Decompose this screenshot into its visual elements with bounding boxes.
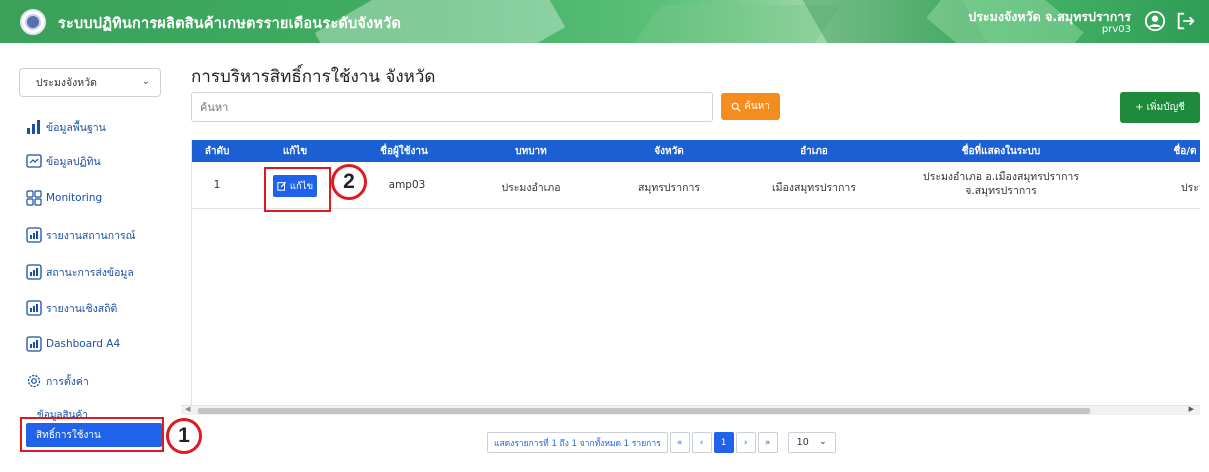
sidebar-item-label: การตั้งค่า (46, 375, 89, 388)
sidebar-item-settings[interactable]: การตั้งค่า (26, 370, 89, 392)
column-header-display-name[interactable]: ชื่อที่แสดงในระบบ (962, 144, 1040, 159)
sidebar-item-label: สถานะการส่งข้อมูล (46, 266, 134, 279)
sidebar-item-situation-report[interactable]: รายงานสถานการณ์ (26, 224, 135, 246)
prev-page-button[interactable]: ‹ (691, 432, 712, 453)
column-header-edit[interactable]: แก้ไข (283, 144, 307, 159)
logout-icon[interactable] (1175, 10, 1197, 32)
sidebar-item-label: รายงานเชิงสถิติ (46, 302, 118, 315)
next-page-button[interactable]: › (735, 432, 756, 453)
add-account-button[interactable]: + เพิ่มบัญชี (1120, 92, 1200, 123)
role-select[interactable]: ประมงจังหวัด ⌄ (19, 68, 161, 97)
cell-fullname: ประมง (1181, 182, 1200, 194)
scroll-right-icon[interactable]: ▶ (1189, 405, 1194, 413)
bar-chart-icon (27, 120, 40, 134)
ministry-logo[interactable] (20, 9, 46, 35)
horizontal-scrollbar[interactable]: ◀ ▶ (181, 405, 1200, 415)
column-header-role[interactable]: บทบาท (515, 144, 547, 159)
step-2-badge: 2 (331, 164, 367, 200)
sidebar-item-label: ข้อมูลพื้นฐาน (46, 121, 106, 134)
column-header-district[interactable]: อำเภอ (800, 144, 828, 159)
pagination-info: แสดงรายการที่ 1 ถึง 1 จากทั้งหมด 1 รายกา… (487, 432, 668, 453)
calendar-chart-icon (26, 154, 42, 168)
sidebar-item-calendar-data[interactable]: ข้อมูลปฏิทิน (26, 150, 101, 172)
search-button-label: ค้นหา (744, 101, 770, 112)
chevron-down-icon: ⌄ (141, 76, 150, 87)
gear-icon (27, 374, 41, 388)
column-header-fullname[interactable]: ชื่อ/ต (1174, 144, 1197, 159)
report-icon (26, 227, 42, 243)
cell-display-name: ประมงอำเภอ อ.เมืองสมุทรปราการ จ.สมุทรปรา… (923, 170, 1079, 198)
sidebar-item-basic-data[interactable]: ข้อมูลพื้นฐาน (26, 116, 106, 138)
page-title: การบริหารสิทธิ์การใช้งาน จังหวัด (191, 67, 436, 87)
display-name-line1: ประมงอำเภอ อ.เมืองสมุทรปราการ (923, 171, 1079, 183)
cell-role: ประมงอำเภอ (501, 182, 561, 194)
cell-province: สมุทรปราการ (638, 182, 700, 194)
page-size-select[interactable]: 10 ⌄ (787, 432, 836, 453)
scroll-left-icon[interactable]: ◀ (185, 405, 190, 413)
sidebar-item-submission-status[interactable]: สถานะการส่งข้อมูล (26, 261, 134, 283)
cell-district: เมืองสมุทรปราการ (772, 182, 856, 194)
user-profile-icon[interactable] (1144, 10, 1166, 32)
column-header-province[interactable]: จังหวัด (654, 144, 683, 159)
first-page-button[interactable]: « (669, 432, 690, 453)
scrollbar-thumb[interactable] (198, 408, 1090, 414)
logo-emblem (25, 14, 41, 30)
role-select-value: ประมงจังหวัด (36, 77, 97, 89)
table-header: ลำดับ แก้ไข ชื่อผู้ใช้งาน บทบาท จังหวัด … (192, 140, 1200, 162)
report-icon (26, 264, 42, 280)
page-button-current[interactable]: 1 (713, 432, 734, 453)
step-1-highlight (20, 417, 164, 452)
sidebar-item-statistical-report[interactable]: รายงานเชิงสถิติ (26, 297, 117, 319)
cell-username: amp03 (388, 179, 426, 191)
cell-index: 1 (213, 179, 221, 191)
sidebar: ประมงจังหวัด ⌄ ข้อมูลพื้นฐาน ข้อมูลปฏิทิ… (0, 43, 180, 472)
user-code: prv03 (1101, 24, 1131, 35)
display-name-line2: จ.สมุทรปราการ (965, 185, 1037, 197)
search-icon (731, 102, 741, 112)
app-header: ระบบปฏิทินการผลิตสินค้าเกษตรรายเดือนระดั… (0, 0, 1209, 43)
column-header-username[interactable]: ชื่อผู้ใช้งาน (380, 144, 428, 159)
search-input[interactable] (191, 92, 713, 122)
grid-icon (26, 190, 42, 206)
last-page-button[interactable]: » (757, 432, 778, 453)
app-title: ระบบปฏิทินการผลิตสินค้าเกษตรรายเดือนระดั… (58, 16, 402, 32)
header-decoration (618, 5, 842, 43)
sidebar-item-label: รายงานสถานการณ์ (46, 229, 136, 242)
pagination: แสดงรายการที่ 1 ถึง 1 จากทั้งหมด 1 รายกา… (487, 431, 836, 454)
search-button[interactable]: ค้นหา (721, 93, 780, 120)
report-icon (26, 300, 42, 316)
sidebar-item-monitoring[interactable]: Monitoring (26, 187, 102, 209)
step-1-badge: 1 (166, 418, 202, 454)
step-2-highlight (264, 167, 331, 212)
sidebar-item-label: Dashboard A4 (46, 338, 121, 350)
sidebar-item-label: ข้อมูลปฏิทิน (46, 155, 101, 168)
chevron-down-icon: ⌄ (819, 437, 827, 447)
report-icon (26, 336, 42, 352)
page-size-value: 10 (796, 437, 809, 448)
sidebar-item-label: Monitoring (46, 192, 103, 204)
sidebar-item-dashboard-a4[interactable]: Dashboard A4 (26, 333, 120, 355)
column-header-index[interactable]: ลำดับ (205, 144, 230, 159)
